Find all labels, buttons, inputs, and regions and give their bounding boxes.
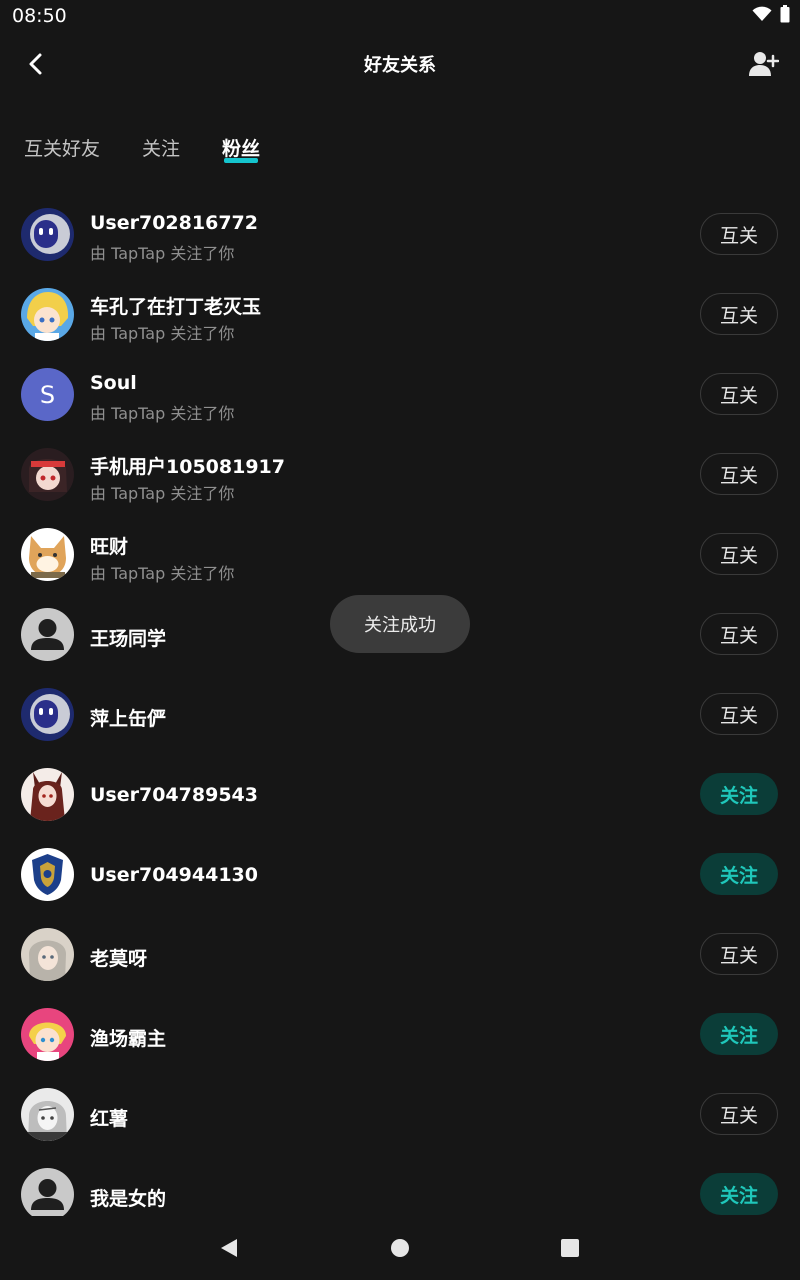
add-friend-button[interactable]: [746, 46, 782, 82]
follow-back-button[interactable]: 关注: [700, 853, 778, 895]
anime-avatar-silver[interactable]: [21, 928, 74, 981]
mutual-follow-button[interactable]: 互关: [700, 453, 778, 495]
user-name: 渔场霸主: [90, 1028, 167, 1050]
wifi-icon: [752, 6, 772, 26]
status-bar: 08:50: [0, 0, 800, 32]
page-title: 好友关系: [364, 55, 436, 76]
user-name: User702816772: [90, 212, 258, 234]
follow-source: 由 TapTap 关注了你: [90, 484, 235, 503]
user-name: 老莫呀: [90, 948, 148, 970]
list-item[interactable]: 红薯 互关: [0, 1074, 800, 1154]
default-avatar[interactable]: [21, 608, 74, 661]
user-name: 旺财: [90, 536, 129, 558]
navigation-bar: [0, 1216, 800, 1280]
nav-home-button[interactable]: [384, 1232, 416, 1264]
follow-source: 由 TapTap 关注了你: [90, 244, 235, 263]
status-time: 08:50: [12, 5, 67, 27]
list-item[interactable]: User704944130 关注: [0, 834, 800, 914]
mutual-follow-button[interactable]: 互关: [700, 693, 778, 735]
mutual-follow-button[interactable]: 互关: [700, 933, 778, 975]
tab-label: 粉丝: [222, 138, 261, 160]
tab-fans[interactable]: 粉丝: [222, 134, 260, 170]
list-item[interactable]: S Soul 由 TapTap 关注了你 互关: [0, 354, 800, 434]
battery-icon: [780, 5, 790, 27]
default-avatar[interactable]: [21, 1168, 74, 1216]
fan-list[interactable]: User702816772 由 TapTap 关注了你 互关 车孔了在打丁老灭玉…: [0, 194, 800, 1216]
list-item[interactable]: 我是女的 关注: [0, 1154, 800, 1216]
anime-avatar-dark[interactable]: [21, 448, 74, 501]
anime-avatar-pink[interactable]: [21, 1008, 74, 1061]
sketch-avatar[interactable]: [21, 1088, 74, 1141]
user-name: User704944130: [90, 864, 258, 886]
list-item[interactable]: 老莫呀 互关: [0, 914, 800, 994]
mutual-follow-button[interactable]: 互关: [700, 213, 778, 255]
tab-label: 互关好友: [24, 138, 101, 160]
toast-message: 关注成功: [330, 595, 470, 653]
nav-recents-button[interactable]: [554, 1232, 586, 1264]
tab-mutual-friends[interactable]: 互关好友: [24, 134, 100, 170]
status-icons: [752, 5, 790, 27]
nav-back-button[interactable]: [213, 1232, 245, 1264]
user-name: Soul: [90, 372, 137, 394]
list-item[interactable]: 渔场霸主 关注: [0, 994, 800, 1074]
mutual-follow-button[interactable]: 互关: [700, 533, 778, 575]
nav-recents-icon: [561, 1239, 579, 1257]
follow-back-button[interactable]: 关注: [700, 773, 778, 815]
mutual-follow-button[interactable]: 互关: [700, 1093, 778, 1135]
nav-home-icon: [391, 1239, 409, 1257]
user-name: 萍上缶俨: [90, 708, 167, 730]
app-bar: 好友关系: [0, 32, 800, 96]
user-name: 手机用户105081917: [90, 456, 285, 478]
mutual-follow-button[interactable]: 互关: [700, 613, 778, 655]
list-item[interactable]: 车孔了在打丁老灭玉 由 TapTap 关注了你 互关: [0, 274, 800, 354]
tab-label: 关注: [142, 138, 181, 160]
user-name: User704789543: [90, 784, 258, 806]
robot-avatar[interactable]: [21, 208, 74, 261]
dog-avatar[interactable]: [21, 528, 74, 581]
follow-back-button[interactable]: 关注: [700, 1013, 778, 1055]
avatar-letter: S: [39, 380, 56, 409]
list-item[interactable]: 旺财 由 TapTap 关注了你 互关: [0, 514, 800, 594]
follow-source: 由 TapTap 关注了你: [90, 404, 235, 423]
user-name: 我是女的: [90, 1188, 167, 1210]
robot-avatar[interactable]: [21, 688, 74, 741]
follow-source: 由 TapTap 关注了你: [90, 564, 235, 583]
list-item[interactable]: 手机用户105081917 由 TapTap 关注了你 互关: [0, 434, 800, 514]
anime-avatar-foxgirl[interactable]: [21, 768, 74, 821]
user-name: 红薯: [90, 1108, 129, 1130]
tab-bar: 互关好友 关注 粉丝: [24, 134, 302, 174]
tab-indicator: [224, 158, 259, 163]
user-name: 王玚同学: [90, 628, 167, 650]
user-name: 车孔了在打丁老灭玉: [90, 296, 262, 318]
add-friend-icon: [749, 52, 779, 76]
nav-back-icon: [221, 1239, 237, 1257]
list-item[interactable]: 萍上缶俨 互关: [0, 674, 800, 754]
letter-avatar[interactable]: S: [21, 368, 74, 421]
crest-avatar[interactable]: [21, 848, 74, 901]
follow-back-button[interactable]: 关注: [700, 1173, 778, 1215]
tab-following[interactable]: 关注: [142, 134, 180, 170]
mutual-follow-button[interactable]: 互关: [700, 373, 778, 415]
mutual-follow-button[interactable]: 互关: [700, 293, 778, 335]
follow-source: 由 TapTap 关注了你: [90, 324, 235, 343]
anime-avatar-blonde[interactable]: [21, 288, 74, 341]
list-item[interactable]: User702816772 由 TapTap 关注了你 互关: [0, 194, 800, 274]
list-item[interactable]: User704789543 关注: [0, 754, 800, 834]
